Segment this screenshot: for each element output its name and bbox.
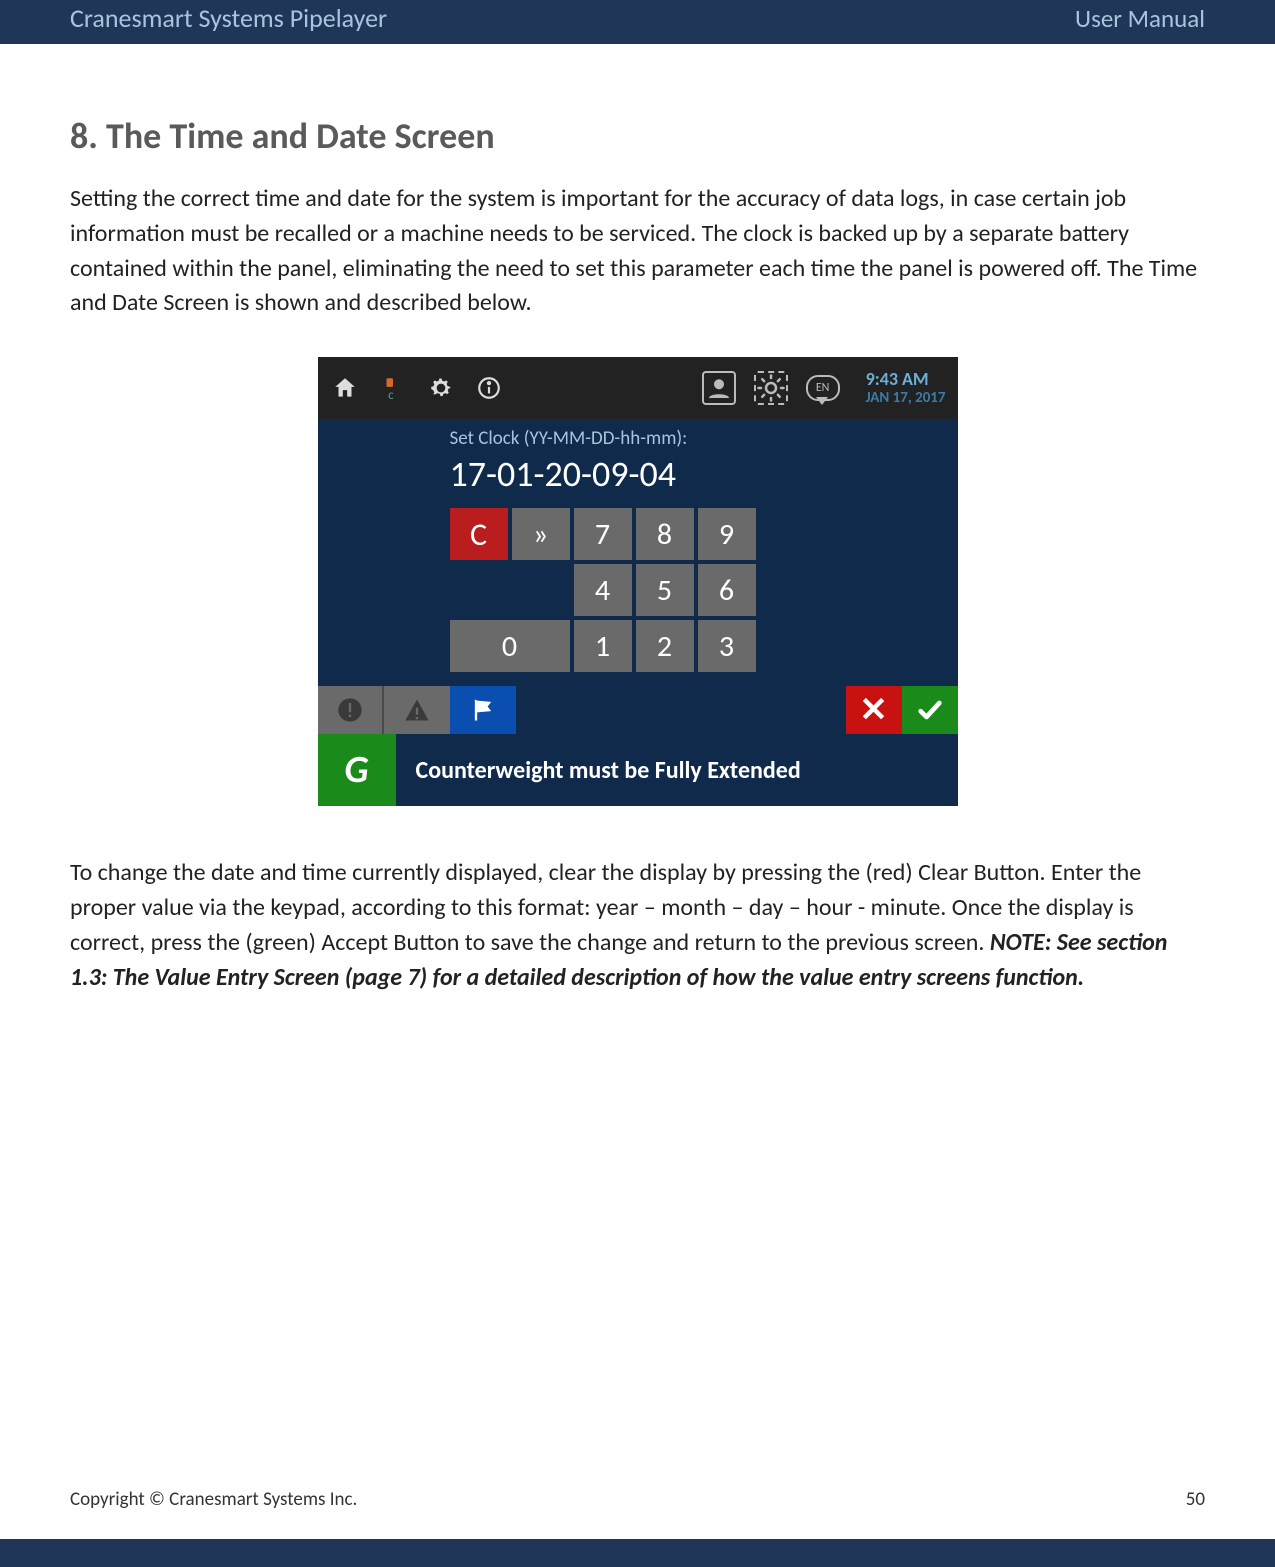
status-message: Counterweight must be Fully Extended xyxy=(396,756,801,785)
page-number: 50 xyxy=(1186,1488,1205,1511)
status-row: G Counterweight must be Fully Extended xyxy=(318,734,958,806)
status-icon: G xyxy=(318,734,396,806)
info-icon[interactable] xyxy=(474,373,504,403)
set-clock-value: 17-01-20-09-04 xyxy=(318,452,958,508)
warning-icon[interactable] xyxy=(384,686,450,734)
gear-icon[interactable] xyxy=(426,373,456,403)
doc-title-right: User Manual xyxy=(1075,3,1205,34)
copyright-text: Copyright © Cranesmart Systems Inc. xyxy=(70,1488,357,1511)
home-icon[interactable] xyxy=(330,373,360,403)
key-0[interactable]: 0 xyxy=(450,620,570,672)
doc-footer: Copyright © Cranesmart Systems Inc. 50 xyxy=(0,1488,1275,1539)
flag-icon[interactable] xyxy=(450,686,516,734)
user-icon[interactable] xyxy=(702,371,736,405)
brightness-icon[interactable] xyxy=(754,371,788,405)
bottom-bar xyxy=(0,1539,1275,1567)
units-icon[interactable]: c xyxy=(378,373,408,403)
key-9[interactable]: 9 xyxy=(698,508,756,560)
language-icon[interactable]: EN xyxy=(806,375,840,401)
keypad: C » 7 8 9 4 5 6 0 1 2 3 xyxy=(318,508,958,686)
action-row: ✕ xyxy=(318,686,958,734)
device-screenshot: c EN 9:43 AM JAN 17, 2017 xyxy=(318,357,958,806)
key-1[interactable]: 1 xyxy=(574,620,632,672)
accept-button[interactable] xyxy=(902,686,958,734)
clock-date: JAN 17, 2017 xyxy=(866,390,946,407)
outro-paragraph: To change the date and time currently di… xyxy=(70,856,1205,995)
section-heading: 8. The Time and Date Screen xyxy=(70,114,1205,158)
key-5[interactable]: 5 xyxy=(636,564,694,616)
alert-info-icon[interactable] xyxy=(318,686,384,734)
clock-display: 9:43 AM JAN 17, 2017 xyxy=(858,370,946,406)
doc-header: Cranesmart Systems Pipelayer User Manual xyxy=(0,0,1275,44)
outro-plain-text: To change the date and time currently di… xyxy=(70,858,1141,957)
key-7[interactable]: 7 xyxy=(574,508,632,560)
key-6[interactable]: 6 xyxy=(698,564,756,616)
set-clock-label: Set Clock (YY-MM-DD-hh-mm): xyxy=(318,419,958,452)
intro-paragraph: Setting the correct time and date for th… xyxy=(70,182,1205,321)
svg-text:c: c xyxy=(388,388,394,401)
key-8[interactable]: 8 xyxy=(636,508,694,560)
key-2[interactable]: 2 xyxy=(636,620,694,672)
next-button[interactable]: » xyxy=(512,508,570,560)
key-4[interactable]: 4 xyxy=(574,564,632,616)
doc-title-left: Cranesmart Systems Pipelayer xyxy=(70,2,387,34)
key-3[interactable]: 3 xyxy=(698,620,756,672)
clear-button[interactable]: C xyxy=(450,508,508,560)
clock-time: 9:43 AM xyxy=(866,370,946,390)
device-toolbar: c EN 9:43 AM JAN 17, 2017 xyxy=(318,357,958,419)
cancel-button[interactable]: ✕ xyxy=(846,686,902,734)
